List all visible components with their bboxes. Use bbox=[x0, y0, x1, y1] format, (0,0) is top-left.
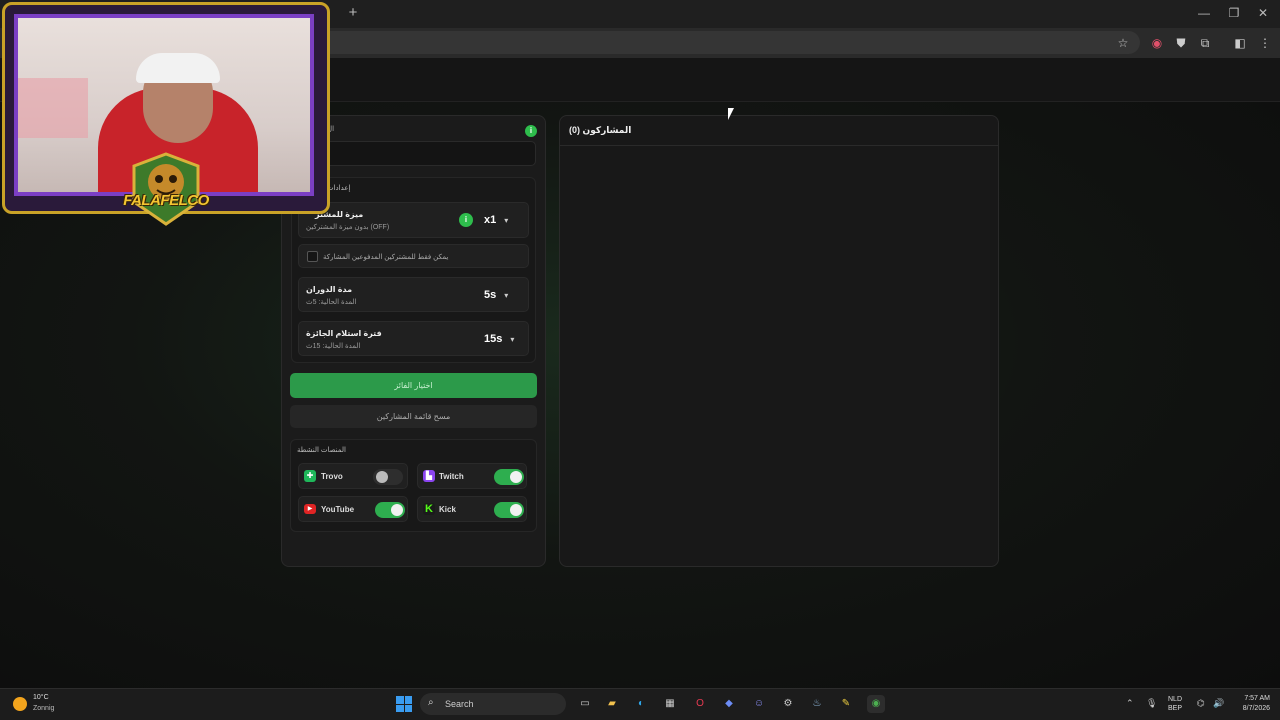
minimize-button[interactable]: — bbox=[1194, 5, 1214, 21]
trovo-icon: ✚ bbox=[304, 470, 316, 482]
steam-icon[interactable]: ♨ bbox=[808, 695, 826, 713]
platform-name: Kick bbox=[439, 505, 456, 514]
chrome-icon[interactable]: ◉ bbox=[867, 695, 885, 713]
platform-name: YouTube bbox=[321, 505, 355, 514]
clock[interactable]: 7:57 AM 8/7/2026 bbox=[1232, 694, 1270, 714]
shield-icon[interactable]: ⛊ bbox=[1172, 34, 1190, 52]
store-icon[interactable]: ▦ bbox=[661, 695, 679, 713]
subscribers-only-row[interactable]: يمكن فقط للمشتركين المدفوعين المشاركة bbox=[298, 244, 529, 268]
pick-winner-button[interactable]: اختيار الفائز bbox=[290, 373, 537, 398]
multiplier-info-icon[interactable]: i bbox=[459, 213, 473, 227]
clock-date: 8/7/2026 bbox=[1242, 705, 1270, 712]
lang-top: NLD bbox=[1168, 696, 1183, 703]
participants-divider bbox=[559, 145, 999, 146]
platform-twitch: ▙ Twitch bbox=[417, 463, 527, 489]
multiplier-dropdown[interactable]: x1 ▾ bbox=[484, 211, 508, 229]
multiplier-row: ميزة للمشتر بدون ميزة المشتركين (OFF) i … bbox=[298, 202, 529, 238]
kick-icon: K bbox=[423, 503, 435, 515]
address-bar[interactable] bbox=[330, 31, 1140, 54]
spin-duration-row: مدة الدوران المدة الحالية: 5ث 5s ▾ bbox=[298, 277, 529, 312]
extension-icon[interactable]: ◉ bbox=[1148, 34, 1166, 52]
clock-time: 7:57 AM bbox=[1244, 695, 1270, 702]
language-indicator[interactable]: NLD BEP bbox=[1168, 695, 1182, 713]
multiplier-value: x1 bbox=[484, 214, 497, 226]
twitch-toggle[interactable] bbox=[494, 469, 524, 485]
app-icon[interactable]: ⚙ bbox=[779, 695, 797, 713]
spin-duration-value: 5s bbox=[484, 289, 497, 301]
spin-duration-title: مدة الدوران bbox=[306, 285, 353, 294]
settings-title: إعدادات bbox=[327, 185, 351, 192]
platform-name: Trovo bbox=[321, 472, 343, 481]
claim-period-row: فترة استلام الجائزة المدة الحالية: 15ث 1… bbox=[298, 321, 529, 356]
spin-duration-dropdown[interactable]: 5s ▾ bbox=[484, 286, 508, 304]
new-tab-button[interactable]: + bbox=[345, 5, 361, 21]
youtube-icon: ▶ bbox=[304, 504, 316, 514]
multiplier-subtitle: بدون ميزة المشتركين (OFF) bbox=[306, 224, 390, 231]
taskbar-search-label: Search bbox=[445, 699, 474, 709]
webcam-logo-text: FALAFELCO bbox=[123, 192, 209, 209]
platform-kick: K Kick bbox=[417, 496, 527, 522]
search-icon: ⌕ bbox=[428, 697, 434, 708]
weather-temperature: 10°C bbox=[33, 694, 49, 701]
taskbar-search[interactable] bbox=[420, 693, 566, 715]
discord-icon[interactable]: ☺ bbox=[750, 695, 768, 713]
close-window-button[interactable]: ✕ bbox=[1253, 5, 1273, 21]
platform-name: Twitch bbox=[439, 472, 464, 481]
trovo-toggle[interactable] bbox=[373, 469, 403, 485]
weather-sun-icon[interactable] bbox=[13, 697, 27, 711]
info-icon[interactable]: i bbox=[525, 125, 537, 137]
chevron-down-icon: ▾ bbox=[504, 215, 509, 225]
lang-bottom: BEP bbox=[1168, 705, 1183, 712]
app-icon[interactable]: ◆ bbox=[720, 695, 738, 713]
start-button[interactable] bbox=[396, 696, 412, 712]
profile-icon[interactable]: ◧ bbox=[1231, 34, 1249, 52]
weather-condition: Zonnig bbox=[33, 705, 55, 712]
platform-youtube: ▶ YouTube bbox=[298, 496, 408, 522]
spin-duration-subtitle: المدة الحالية: 5ث bbox=[306, 299, 357, 306]
chevron-down-icon: ▾ bbox=[510, 334, 515, 344]
task-view-icon[interactable]: ▭ bbox=[576, 695, 594, 713]
edge-icon[interactable]: ◐ bbox=[632, 695, 650, 713]
platforms-title: المنصات النشطة bbox=[297, 447, 346, 454]
participants-panel bbox=[559, 115, 999, 567]
microphone-icon[interactable]: 🎙 bbox=[1146, 698, 1157, 709]
subscribers-only-checkbox[interactable] bbox=[307, 251, 318, 262]
mouse-cursor bbox=[728, 108, 740, 120]
subscribers-only-label: يمكن فقط للمشتركين المدفوعين المشاركة bbox=[323, 254, 449, 261]
kick-toggle[interactable] bbox=[494, 502, 524, 518]
clear-participants-button[interactable]: مسح قائمة المشاركين bbox=[290, 405, 537, 428]
twitch-icon: ▙ bbox=[423, 470, 435, 482]
app-icon[interactable]: ✎ bbox=[837, 695, 855, 713]
star-icon[interactable]: ☆ bbox=[1114, 34, 1132, 52]
chevron-up-icon[interactable]: ⌃ bbox=[1126, 698, 1134, 709]
chevron-down-icon: ▾ bbox=[504, 290, 509, 300]
file-explorer-icon[interactable]: ▰ bbox=[603, 695, 621, 713]
platform-trovo: ✚ Trovo bbox=[298, 463, 408, 489]
network-icon[interactable]: ⌬ bbox=[1197, 698, 1205, 709]
menu-icon[interactable]: ⋮ bbox=[1256, 34, 1274, 52]
claim-period-value: 15s bbox=[484, 333, 503, 345]
participants-title: المشاركون (0) bbox=[569, 125, 632, 135]
youtube-toggle[interactable] bbox=[375, 502, 405, 518]
restore-button[interactable]: ❐ bbox=[1224, 5, 1244, 21]
puzzle-icon[interactable]: ⧉ bbox=[1196, 34, 1214, 52]
opera-icon[interactable]: O bbox=[691, 695, 709, 713]
volume-icon[interactable]: 🔊 bbox=[1213, 698, 1224, 709]
claim-period-dropdown[interactable]: 15s ▾ bbox=[484, 330, 514, 348]
claim-period-title: فترة استلام الجائزة bbox=[306, 329, 382, 338]
claim-period-subtitle: المدة الحالية: 15ث bbox=[306, 343, 361, 350]
falafelco-logo bbox=[132, 152, 200, 226]
